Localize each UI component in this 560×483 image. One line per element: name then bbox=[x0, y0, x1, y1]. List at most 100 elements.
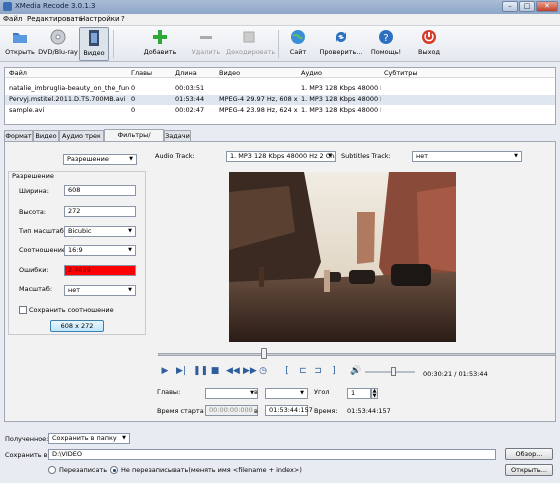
save-path-input[interactable]: D:\VIDEO bbox=[48, 449, 496, 460]
rewind-icon[interactable]: ◀◀ bbox=[226, 366, 240, 376]
fast-forward-icon[interactable]: ▶▶ bbox=[243, 366, 257, 376]
keep-ratio-label: Сохранить соотношение bbox=[29, 306, 114, 314]
help-label: Помощь! bbox=[370, 48, 402, 56]
audio-track-label: Audio Track: bbox=[155, 152, 195, 160]
row-length: 00:03:51 bbox=[175, 84, 205, 92]
volume-handle[interactable] bbox=[391, 367, 396, 376]
column-header-length[interactable]: Длина bbox=[175, 69, 197, 77]
scale-select[interactable]: нет ▼ bbox=[64, 285, 136, 296]
encode-icon bbox=[243, 31, 255, 43]
volume-icon[interactable]: 🔊 bbox=[350, 366, 361, 376]
height-input[interactable]: 272 bbox=[64, 206, 136, 217]
exit-label: Выход bbox=[418, 48, 440, 56]
seek-bar[interactable] bbox=[158, 353, 556, 356]
menu-edit[interactable]: Редактировать bbox=[27, 15, 83, 23]
scale-type-select[interactable]: Bicubic ▼ bbox=[64, 226, 136, 237]
tab-audio-track[interactable]: Аудио трек 1 bbox=[59, 130, 104, 150]
audio-track-value: 1. MP3 128 Kbps 48000 Hz 2 Channe bbox=[230, 152, 335, 160]
chapter-end-select[interactable]: ▼ bbox=[265, 388, 308, 399]
radio-dot bbox=[112, 468, 116, 472]
keep-ratio-checkbox[interactable] bbox=[19, 306, 27, 314]
toolbar-separator bbox=[113, 30, 114, 58]
end-time-input[interactable]: 01:53:44:157 bbox=[265, 405, 313, 416]
browse-button[interactable]: Обзор... bbox=[505, 448, 553, 460]
tab-format[interactable]: Формат bbox=[4, 130, 33, 141]
exit-button[interactable]: Выход bbox=[414, 27, 444, 61]
add-label: Добавить bbox=[143, 48, 177, 56]
file-list[interactable]: Файл Главы Длина Видео Аудио Субтитры na… bbox=[4, 67, 556, 125]
subtitles-track-select[interactable]: нет ▼ bbox=[412, 151, 522, 162]
no-overwrite-label: Не перезаписывать(менять имя <filename +… bbox=[121, 466, 302, 474]
play-icon[interactable]: ▶ bbox=[160, 366, 170, 376]
column-header-subtitles[interactable]: Субтитры bbox=[384, 69, 417, 77]
menu-help[interactable]: ? bbox=[121, 15, 125, 23]
table-row[interactable]: sample.avi 0 00:02:47 MPEG-4 23.98 Hz, 6… bbox=[5, 106, 555, 116]
overwrite-radio[interactable] bbox=[48, 466, 56, 474]
check-update-button[interactable]: Проверить... bbox=[318, 27, 364, 61]
remove-label: Удалить bbox=[191, 48, 221, 56]
help-button[interactable]: ? Помощь! bbox=[366, 27, 406, 61]
tab-video[interactable]: Видео bbox=[33, 130, 59, 141]
angle-stepper[interactable]: ▲ ▼ bbox=[371, 388, 378, 399]
maximize-button[interactable]: □ bbox=[519, 1, 535, 12]
pause-icon[interactable]: ❚❚ bbox=[193, 366, 208, 376]
clock-icon[interactable]: ◷ bbox=[258, 366, 268, 376]
minimize-button[interactable]: – bbox=[502, 1, 518, 12]
step-forward-icon[interactable]: ▶| bbox=[176, 366, 186, 376]
group-title: Разрешение bbox=[12, 172, 54, 180]
angle-label: Угол bbox=[314, 388, 330, 396]
output-select[interactable]: Сохранить в папку ▼ bbox=[48, 433, 130, 444]
volume-slider[interactable] bbox=[365, 371, 415, 373]
angle-input[interactable]: 1 bbox=[347, 388, 371, 399]
start-time-input[interactable]: 00:00:00:000 bbox=[205, 405, 258, 416]
menu-settings[interactable]: Настройки bbox=[80, 15, 120, 23]
column-header-file[interactable]: Файл bbox=[9, 69, 27, 77]
disc-icon bbox=[50, 29, 66, 45]
file-list-header: Файл Главы Длина Видео Аудио Субтитры bbox=[5, 68, 555, 78]
chevron-down-icon: ▼ bbox=[128, 287, 132, 293]
app-icon bbox=[3, 2, 12, 11]
toolbar-separator bbox=[278, 30, 279, 58]
video-preview[interactable] bbox=[229, 172, 456, 342]
tab-jobs[interactable]: Задачи bbox=[164, 130, 191, 141]
output-select-value: Сохранить в папку bbox=[52, 434, 117, 442]
column-header-video[interactable]: Видео bbox=[219, 69, 240, 77]
video-button[interactable]: Видео bbox=[79, 27, 109, 61]
table-row[interactable]: natalie_imbruglia-beauty_on_the_fure.avi… bbox=[5, 84, 555, 94]
website-label: Сайт bbox=[289, 48, 307, 56]
audio-track-select[interactable]: 1. MP3 128 Kbps 48000 Hz 2 Channe ▼ bbox=[226, 151, 336, 162]
dvd-button[interactable]: DVD/Blu-ray bbox=[38, 27, 78, 61]
chapters-label: Главы: bbox=[157, 388, 181, 396]
chapters-to-label: в bbox=[254, 388, 258, 396]
table-row[interactable]: Pervyj.mstitel.2011.D.TS.700MB.avi 0 01:… bbox=[5, 95, 555, 105]
mark-end-icon[interactable]: ] bbox=[329, 366, 339, 376]
no-overwrite-radio[interactable] bbox=[110, 466, 118, 474]
ratio-select[interactable]: 16:9 ▼ bbox=[64, 245, 136, 256]
chevron-down-icon: ▼ bbox=[129, 156, 133, 162]
chapter-start-select[interactable]: ▼ bbox=[205, 388, 258, 399]
apply-size-button[interactable]: 608 x 272 bbox=[50, 320, 104, 332]
column-header-chapters[interactable]: Главы bbox=[131, 69, 152, 77]
decode-button[interactable]: Декодировать bbox=[226, 27, 275, 61]
chevron-down-icon: ▼ bbox=[328, 153, 332, 159]
menu-file[interactable]: Файл bbox=[3, 15, 22, 23]
website-button[interactable]: Сайт bbox=[285, 27, 311, 61]
close-button[interactable]: ✕ bbox=[536, 1, 558, 12]
film-icon bbox=[89, 30, 99, 46]
open-button[interactable]: Открыть bbox=[4, 27, 36, 61]
scale-value: нет bbox=[68, 286, 81, 294]
open-folder-button[interactable]: Открыть... bbox=[505, 464, 553, 476]
chevron-down-icon: ▼ bbox=[300, 390, 304, 396]
stop-icon[interactable]: ■ bbox=[210, 366, 220, 376]
mark-start-icon[interactable]: [ bbox=[282, 366, 292, 376]
tab-filters-preview[interactable]: Фильтры/Просмотр bbox=[104, 129, 164, 149]
errors-label: Ошибки: bbox=[19, 266, 49, 274]
seek-handle[interactable] bbox=[261, 348, 268, 359]
width-input[interactable]: 608 bbox=[64, 185, 136, 196]
remove-button[interactable]: Удалить bbox=[190, 27, 222, 61]
set-start-icon[interactable]: ⊏ bbox=[298, 366, 308, 376]
add-button[interactable]: Добавить bbox=[141, 27, 179, 61]
column-header-audio[interactable]: Аудио bbox=[301, 69, 322, 77]
set-end-icon[interactable]: ⊐ bbox=[313, 366, 323, 376]
filter-select[interactable]: Разрешение ▼ bbox=[63, 154, 137, 165]
